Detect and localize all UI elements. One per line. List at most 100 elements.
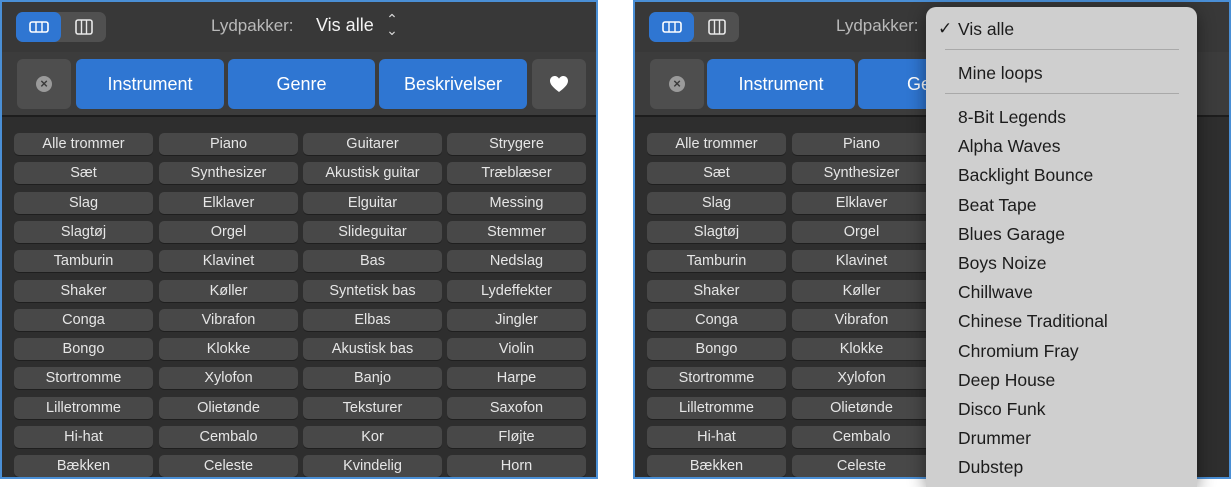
- keyword-button[interactable]: Violin: [447, 338, 586, 360]
- keyword-button[interactable]: Bas: [303, 250, 442, 272]
- keyword-button[interactable]: Køller: [159, 280, 298, 302]
- menu-item-pack[interactable]: Dubstep: [958, 457, 1023, 478]
- keyword-button[interactable]: Synthesizer: [792, 162, 931, 184]
- keyword-button[interactable]: Stortromme: [647, 367, 786, 389]
- keyword-button[interactable]: Slag: [14, 192, 153, 214]
- column-view-toggle[interactable]: [694, 12, 739, 42]
- menu-item-pack[interactable]: Blues Garage: [958, 224, 1065, 245]
- keyword-button[interactable]: Hi-hat: [647, 426, 786, 448]
- keyword-button[interactable]: Slideguitar: [303, 221, 442, 243]
- keyword-button[interactable]: Alle trommer: [14, 133, 153, 155]
- keyword-button[interactable]: Celeste: [792, 455, 931, 477]
- keyword-button[interactable]: Tamburin: [14, 250, 153, 272]
- keyword-button[interactable]: Messing: [447, 192, 586, 214]
- keyword-button[interactable]: Bongo: [647, 338, 786, 360]
- keyword-button[interactable]: Kor: [303, 426, 442, 448]
- keyword-button[interactable]: Fløjte: [447, 426, 586, 448]
- keyword-button[interactable]: Lydeffekter: [447, 280, 586, 302]
- menu-item-my-loops[interactable]: Mine loops: [958, 63, 1043, 84]
- keyword-button[interactable]: Jingler: [447, 309, 586, 331]
- keyword-button[interactable]: Elklaver: [792, 192, 931, 214]
- keyword-button[interactable]: Cembalo: [792, 426, 931, 448]
- menu-item-pack[interactable]: Chinese Traditional: [958, 311, 1108, 332]
- menu-item-pack[interactable]: Boys Noize: [958, 253, 1047, 274]
- tab-instrument[interactable]: Instrument: [707, 59, 855, 109]
- keyword-button[interactable]: Alle trommer: [647, 133, 786, 155]
- keyword-button[interactable]: Vibrafon: [792, 309, 931, 331]
- keyword-button[interactable]: Vibrafon: [159, 309, 298, 331]
- button-view-toggle[interactable]: [16, 12, 61, 42]
- keyword-button[interactable]: Akustisk bas: [303, 338, 442, 360]
- keyword-button[interactable]: Conga: [14, 309, 153, 331]
- keyword-button[interactable]: Elguitar: [303, 192, 442, 214]
- keyword-button[interactable]: Teksturer: [303, 397, 442, 419]
- keyword-button[interactable]: Hi-hat: [14, 426, 153, 448]
- chevron-up-down-icon[interactable]: ⌃ ⌄: [386, 12, 398, 37]
- keyword-button[interactable]: Kvindelig: [303, 455, 442, 477]
- keyword-button[interactable]: Træblæser: [447, 162, 586, 184]
- keyword-button[interactable]: Olietønde: [159, 397, 298, 419]
- keyword-button[interactable]: Shaker: [647, 280, 786, 302]
- keyword-button[interactable]: Tamburin: [647, 250, 786, 272]
- keyword-button[interactable]: Stemmer: [447, 221, 586, 243]
- keyword-button[interactable]: Bongo: [14, 338, 153, 360]
- keyword-button[interactable]: Shaker: [14, 280, 153, 302]
- keyword-button[interactable]: Slag: [647, 192, 786, 214]
- menu-item-pack[interactable]: Disco Funk: [958, 399, 1046, 420]
- keyword-button[interactable]: Horn: [447, 455, 586, 477]
- keyword-button[interactable]: Guitarer: [303, 133, 442, 155]
- menu-item-pack[interactable]: 8-Bit Legends: [958, 107, 1066, 128]
- tab-descriptors[interactable]: Beskrivelser: [379, 59, 527, 109]
- keyword-button[interactable]: Bækken: [14, 455, 153, 477]
- button-view-toggle[interactable]: [649, 12, 694, 42]
- keyword-button[interactable]: Sæt: [14, 162, 153, 184]
- keyword-button[interactable]: Banjo: [303, 367, 442, 389]
- menu-item-pack[interactable]: Drummer: [958, 428, 1031, 449]
- keyword-button[interactable]: Klavinet: [159, 250, 298, 272]
- favorites-button[interactable]: [532, 59, 586, 109]
- keyword-button[interactable]: Elklaver: [159, 192, 298, 214]
- keyword-button[interactable]: Strygere: [447, 133, 586, 155]
- keyword-button[interactable]: Piano: [792, 133, 931, 155]
- keyword-button[interactable]: Synthesizer: [159, 162, 298, 184]
- keyword-button[interactable]: Piano: [159, 133, 298, 155]
- keyword-button[interactable]: Conga: [647, 309, 786, 331]
- keyword-button[interactable]: Akustisk guitar: [303, 162, 442, 184]
- menu-item-pack[interactable]: Chromium Fray: [958, 341, 1079, 362]
- keyword-button[interactable]: Cembalo: [159, 426, 298, 448]
- menu-item-pack[interactable]: Chillwave: [958, 282, 1033, 303]
- keyword-button[interactable]: Køller: [792, 280, 931, 302]
- keyword-button[interactable]: Lilletromme: [14, 397, 153, 419]
- keyword-button[interactable]: Klokke: [159, 338, 298, 360]
- keyword-button[interactable]: Harpe: [447, 367, 586, 389]
- tab-genre[interactable]: Genre: [228, 59, 375, 109]
- keyword-button[interactable]: Syntetisk bas: [303, 280, 442, 302]
- menu-item-pack[interactable]: Deep House: [958, 370, 1055, 391]
- keyword-button[interactable]: Elbas: [303, 309, 442, 331]
- loop-packs-popup[interactable]: Vis alle: [316, 15, 374, 36]
- menu-item-pack[interactable]: Beat Tape: [958, 195, 1037, 216]
- menu-item-pack[interactable]: Backlight Bounce: [958, 165, 1093, 186]
- keyword-button[interactable]: Saxofon: [447, 397, 586, 419]
- keyword-button[interactable]: Bækken: [647, 455, 786, 477]
- keyword-button[interactable]: Klavinet: [792, 250, 931, 272]
- column-view-toggle[interactable]: [61, 12, 106, 42]
- keyword-button[interactable]: Lilletromme: [647, 397, 786, 419]
- keyword-button[interactable]: Slagtøj: [647, 221, 786, 243]
- keyword-button[interactable]: Celeste: [159, 455, 298, 477]
- keyword-button[interactable]: Xylofon: [159, 367, 298, 389]
- keyword-button[interactable]: Nedslag: [447, 250, 586, 272]
- keyword-button[interactable]: Xylofon: [792, 367, 931, 389]
- menu-item-show-all[interactable]: Vis alle: [958, 19, 1014, 40]
- reset-button[interactable]: ×: [17, 59, 71, 109]
- keyword-button[interactable]: Slagtøj: [14, 221, 153, 243]
- keyword-button[interactable]: Olietønde: [792, 397, 931, 419]
- keyword-button[interactable]: Sæt: [647, 162, 786, 184]
- keyword-button[interactable]: Orgel: [159, 221, 298, 243]
- tab-instrument[interactable]: Instrument: [76, 59, 224, 109]
- menu-item-pack[interactable]: Alpha Waves: [958, 136, 1060, 157]
- reset-button[interactable]: ×: [650, 59, 704, 109]
- keyword-button[interactable]: Stortromme: [14, 367, 153, 389]
- keyword-button[interactable]: Klokke: [792, 338, 931, 360]
- keyword-button[interactable]: Orgel: [792, 221, 931, 243]
